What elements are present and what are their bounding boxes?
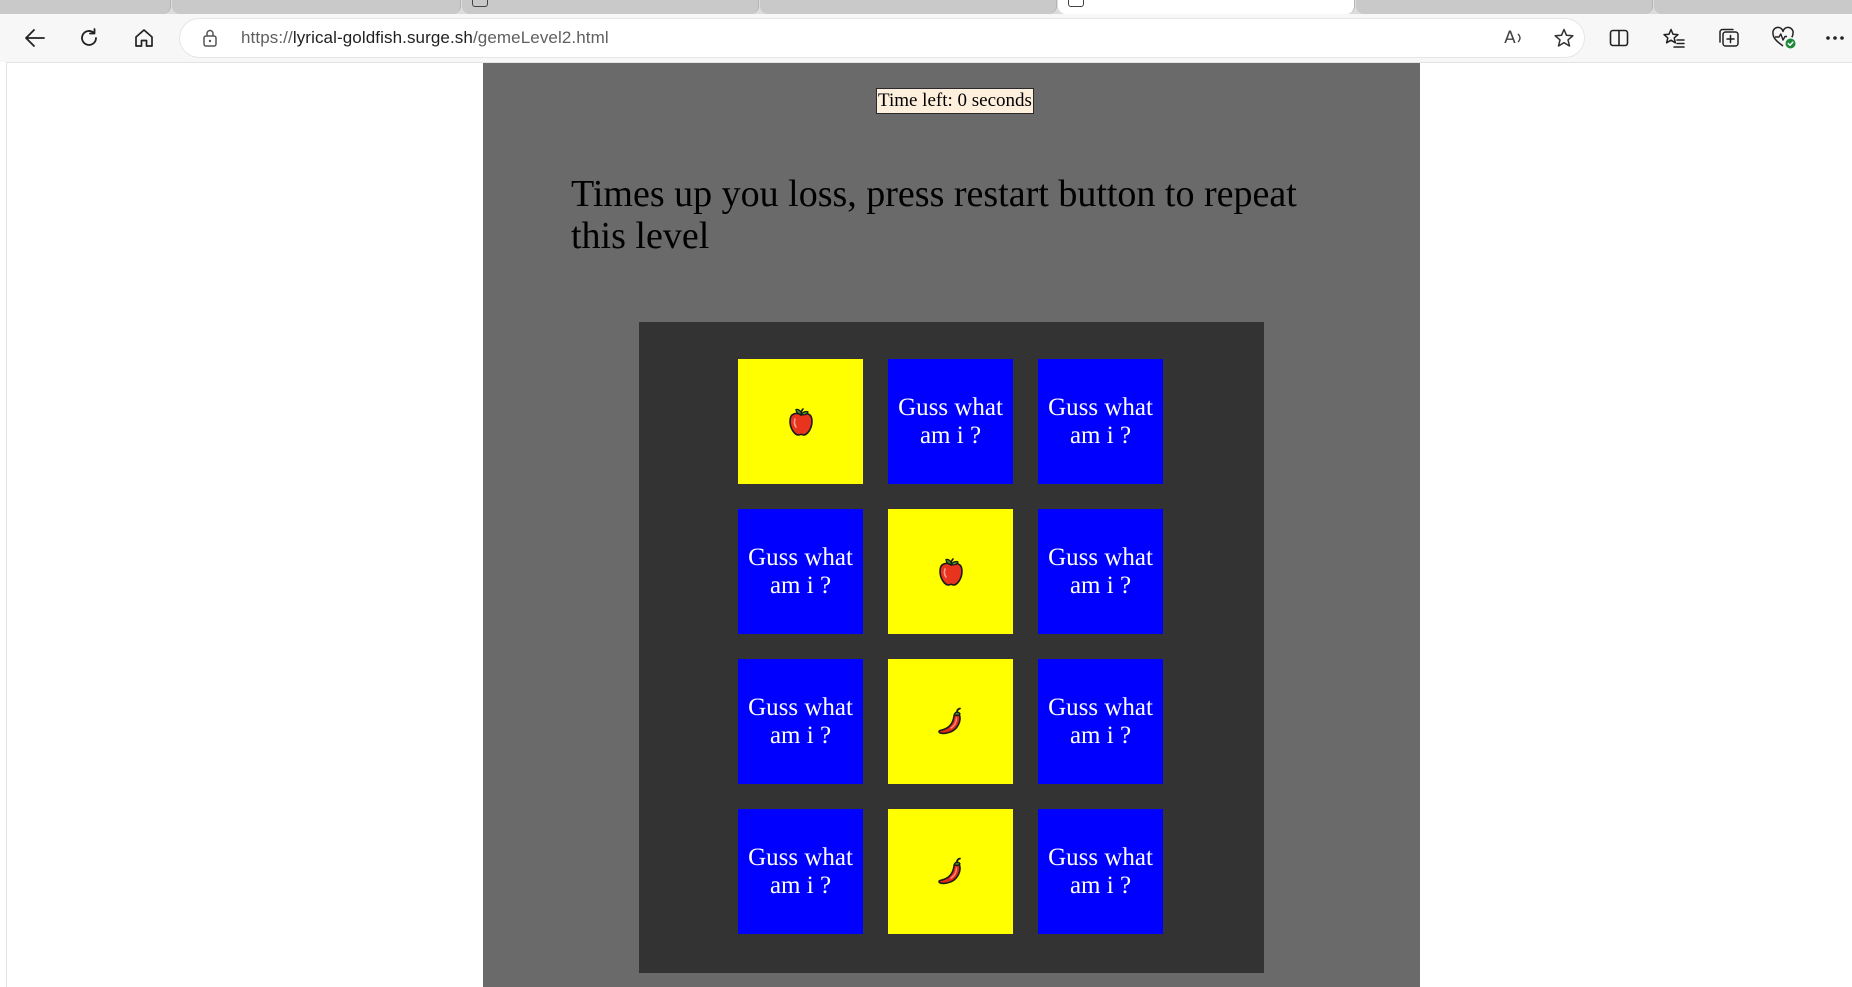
read-aloud-icon: A: [1504, 28, 1516, 48]
tab-2[interactable]: [172, 0, 461, 14]
page-icon: [1068, 0, 1084, 7]
collections-icon: [1719, 28, 1739, 47]
card-label: Guss what am i ?: [898, 393, 1003, 449]
settings-more-button[interactable]: [1820, 22, 1850, 54]
game-container: Time left: 0 seconds Times up you loss, …: [483, 63, 1420, 987]
tab-7[interactable]: [1654, 0, 1852, 14]
chili-pepper-icon: [935, 856, 967, 888]
refresh-button[interactable]: [72, 22, 106, 54]
favorite-star-button[interactable]: [1549, 27, 1579, 49]
hidden-card[interactable]: Guss what am i ?: [1038, 359, 1163, 484]
address-bar[interactable]: https://lyrical-goldfish.surge.sh/gemeLe…: [180, 19, 1584, 57]
apple-icon: [786, 406, 816, 438]
page-viewport: Time left: 0 seconds Times up you loss, …: [6, 62, 1852, 987]
tab-4[interactable]: [760, 0, 1057, 14]
hidden-card[interactable]: Guss what am i ?: [738, 659, 863, 784]
browser-essentials-button[interactable]: [1767, 22, 1801, 54]
revealed-card[interactable]: [888, 809, 1013, 934]
hidden-card[interactable]: Guss what am i ?: [888, 359, 1013, 484]
revealed-card[interactable]: [738, 359, 863, 484]
hidden-card[interactable]: Guss what am i ?: [738, 809, 863, 934]
card-label: Guss what am i ?: [748, 693, 853, 749]
tab-active[interactable]: [1058, 0, 1355, 14]
url-text[interactable]: https://lyrical-goldfish.surge.sh/gemeLe…: [241, 28, 609, 48]
home-icon: [135, 29, 153, 47]
favorites-list-icon: [1663, 28, 1685, 48]
read-aloud-button[interactable]: A: [1499, 27, 1529, 49]
revealed-card[interactable]: [888, 509, 1013, 634]
card-label: Guss what am i ?: [1048, 843, 1153, 899]
back-button[interactable]: [18, 22, 52, 54]
browser-toolbar: https://lyrical-goldfish.surge.sh/gemeLe…: [0, 14, 1852, 62]
star-icon: [1554, 28, 1574, 47]
card-label: Guss what am i ?: [1048, 693, 1153, 749]
timer-display: Time left: 0 seconds: [876, 88, 1034, 114]
home-button[interactable]: [127, 22, 161, 54]
lock-icon: [202, 29, 218, 52]
tab-6[interactable]: [1356, 0, 1653, 14]
tab-strip: [0, 0, 1852, 14]
card-label: Guss what am i ?: [748, 543, 853, 599]
back-arrow-icon: [25, 29, 45, 47]
card-board: Guss what am i ? Guss what am i ? Guss w…: [639, 322, 1264, 973]
card-label: Guss what am i ?: [1048, 543, 1153, 599]
refresh-icon: [81, 28, 97, 46]
chili-pepper-icon: [935, 706, 967, 738]
apple-icon: [936, 556, 966, 588]
hidden-card[interactable]: Guss what am i ?: [1038, 659, 1163, 784]
page-icon: [472, 0, 488, 7]
collections-button[interactable]: [1712, 22, 1746, 54]
card-label: Guss what am i ?: [748, 843, 853, 899]
more-dots-icon: [1826, 36, 1844, 40]
favorites-button[interactable]: [1657, 22, 1691, 54]
heart-pulse-icon: [1772, 26, 1796, 49]
hidden-card[interactable]: Guss what am i ?: [1038, 509, 1163, 634]
split-screen-button[interactable]: [1602, 22, 1636, 54]
split-screen-icon: [1609, 29, 1629, 47]
revealed-card[interactable]: [888, 659, 1013, 784]
read-aloud-waves-icon: [1517, 33, 1521, 43]
hidden-card[interactable]: Guss what am i ?: [1038, 809, 1163, 934]
tab-1[interactable]: [0, 0, 171, 14]
card-label: Guss what am i ?: [1048, 393, 1153, 449]
hidden-card[interactable]: Guss what am i ?: [738, 509, 863, 634]
game-over-message: Times up you loss, press restart button …: [571, 173, 1297, 257]
tab-3[interactable]: [462, 0, 759, 14]
